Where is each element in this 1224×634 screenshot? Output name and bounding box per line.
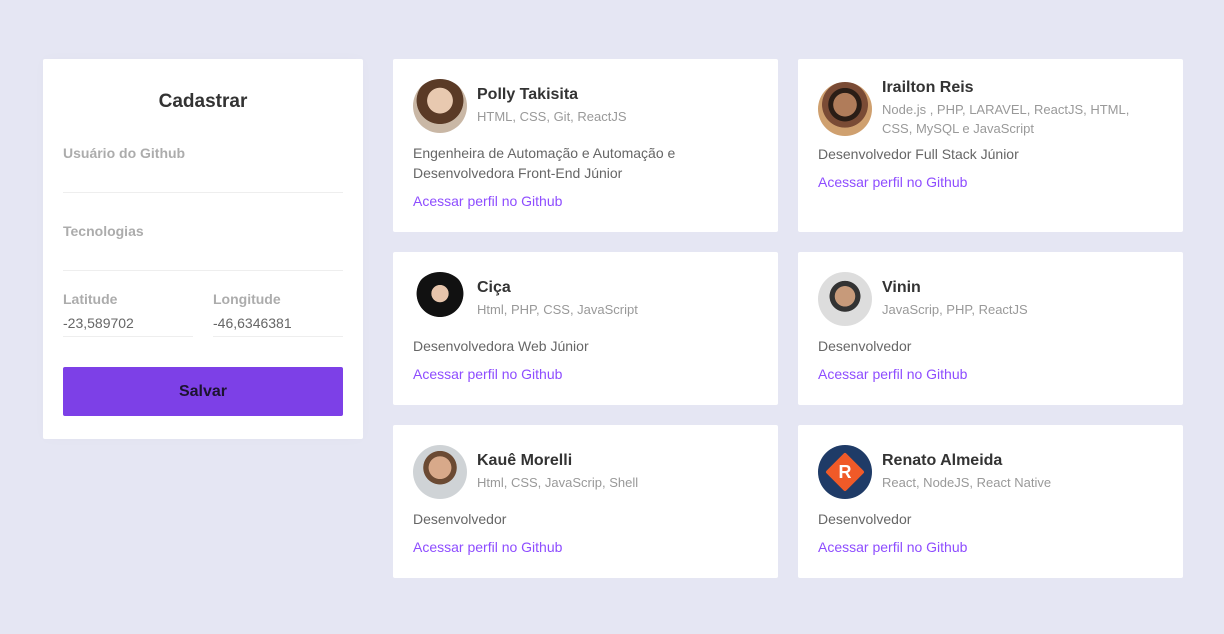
dev-techs: JavaScrip, PHP, ReactJS bbox=[882, 302, 1028, 317]
dev-name: Kauê Morelli bbox=[477, 452, 573, 469]
form-title: Cadastrar bbox=[158, 91, 248, 112]
user-info: Vinin JavaScrip, PHP, ReactJS bbox=[882, 279, 1028, 319]
dev-name: Ciça bbox=[477, 279, 511, 296]
register-form-panel: Cadastrar Usuário do Github Tecnologias … bbox=[43, 59, 363, 439]
avatar bbox=[818, 272, 872, 326]
techs-input[interactable] bbox=[63, 239, 343, 271]
user-info: Kauê Morelli Html, CSS, JavaScrip, Shell bbox=[477, 452, 638, 492]
longitude-field: Longitude bbox=[213, 291, 343, 337]
avatar bbox=[413, 79, 467, 133]
dev-card: R Renato Almeida React, NodeJS, React Na… bbox=[798, 425, 1183, 578]
dev-techs: Node.js , PHP, LARAVEL, ReactJS, HTML, C… bbox=[882, 102, 1130, 136]
avatar bbox=[413, 445, 467, 499]
dev-name: Renato Almeida bbox=[882, 452, 1003, 469]
dev-name: Polly Takisita bbox=[477, 86, 579, 103]
github-profile-link[interactable]: Acessar perfil no Github bbox=[413, 366, 758, 382]
avatar bbox=[818, 81, 872, 136]
dev-card-header: Vinin JavaScrip, PHP, ReactJS bbox=[818, 272, 1163, 326]
dev-techs: Html, PHP, CSS, JavaScript bbox=[477, 302, 638, 317]
dev-bio: Desenvolvedor bbox=[818, 511, 912, 527]
techs-field: Tecnologias bbox=[63, 223, 343, 271]
latitude-field: Latitude bbox=[63, 291, 193, 337]
r-logo-icon: R bbox=[825, 452, 865, 492]
avatar bbox=[413, 272, 467, 326]
dev-techs: Html, CSS, JavaScrip, Shell bbox=[477, 475, 639, 490]
dev-techs: React, NodeJS, React Native bbox=[882, 475, 1052, 490]
dev-card-header: Ciça Html, PHP, CSS, JavaScript bbox=[413, 272, 758, 326]
dev-bio: Desenvolvedor Full Stack Júnior bbox=[818, 146, 1019, 162]
github-profile-link[interactable]: Acessar perfil no Github bbox=[818, 174, 1163, 190]
github-username-label: Usuário do Github bbox=[63, 145, 186, 161]
github-username-input[interactable] bbox=[63, 161, 343, 193]
save-button[interactable]: Salvar bbox=[63, 367, 343, 416]
dev-card: Kauê Morelli Html, CSS, JavaScrip, Shell… bbox=[393, 425, 778, 578]
dev-name: Vinin bbox=[882, 279, 921, 296]
dev-techs: HTML, CSS, Git, ReactJS bbox=[477, 109, 627, 124]
longitude-label: Longitude bbox=[213, 291, 281, 307]
github-profile-link[interactable]: Acessar perfil no Github bbox=[818, 366, 1163, 382]
dev-card: Ciça Html, PHP, CSS, JavaScript Desenvol… bbox=[393, 252, 778, 405]
dev-card-header: Irailton Reis Node.js , PHP, LARAVEL, Re… bbox=[818, 79, 1163, 138]
github-profile-link[interactable]: Acessar perfil no Github bbox=[413, 539, 758, 555]
github-profile-link[interactable]: Acessar perfil no Github bbox=[413, 193, 758, 209]
dev-card-header: R Renato Almeida React, NodeJS, React Na… bbox=[818, 445, 1163, 499]
user-info: Polly Takisita HTML, CSS, Git, ReactJS bbox=[477, 86, 627, 126]
dev-bio: Desenvolvedor bbox=[413, 511, 507, 527]
github-username-field: Usuário do Github bbox=[63, 145, 343, 193]
latitude-label: Latitude bbox=[63, 291, 118, 307]
user-info: Renato Almeida React, NodeJS, React Nati… bbox=[882, 452, 1051, 492]
coordinates-row: Latitude Longitude bbox=[63, 291, 343, 337]
dev-card-header: Polly Takisita HTML, CSS, Git, ReactJS bbox=[413, 79, 758, 133]
dev-card: Irailton Reis Node.js , PHP, LARAVEL, Re… bbox=[798, 59, 1183, 232]
dev-card-header: Kauê Morelli Html, CSS, JavaScrip, Shell bbox=[413, 445, 758, 499]
avatar: R bbox=[818, 445, 872, 499]
latitude-input[interactable] bbox=[63, 307, 193, 337]
dev-card: Vinin JavaScrip, PHP, ReactJS Desenvolve… bbox=[798, 252, 1183, 405]
dev-name: Irailton Reis bbox=[882, 79, 974, 96]
github-profile-link[interactable]: Acessar perfil no Github bbox=[818, 539, 1163, 555]
dev-bio: Desenvolvedor bbox=[818, 338, 912, 354]
longitude-input[interactable] bbox=[213, 307, 343, 337]
user-info: Ciça Html, PHP, CSS, JavaScript bbox=[477, 279, 638, 319]
dev-bio: Desenvolvedora Web Júnior bbox=[413, 338, 589, 354]
techs-label: Tecnologias bbox=[63, 223, 144, 239]
dev-bio: Engenheira de Automação e Automação e De… bbox=[413, 145, 676, 181]
dev-card: Polly Takisita HTML, CSS, Git, ReactJS E… bbox=[393, 59, 778, 232]
user-info: Irailton Reis Node.js , PHP, LARAVEL, Re… bbox=[882, 79, 1163, 138]
